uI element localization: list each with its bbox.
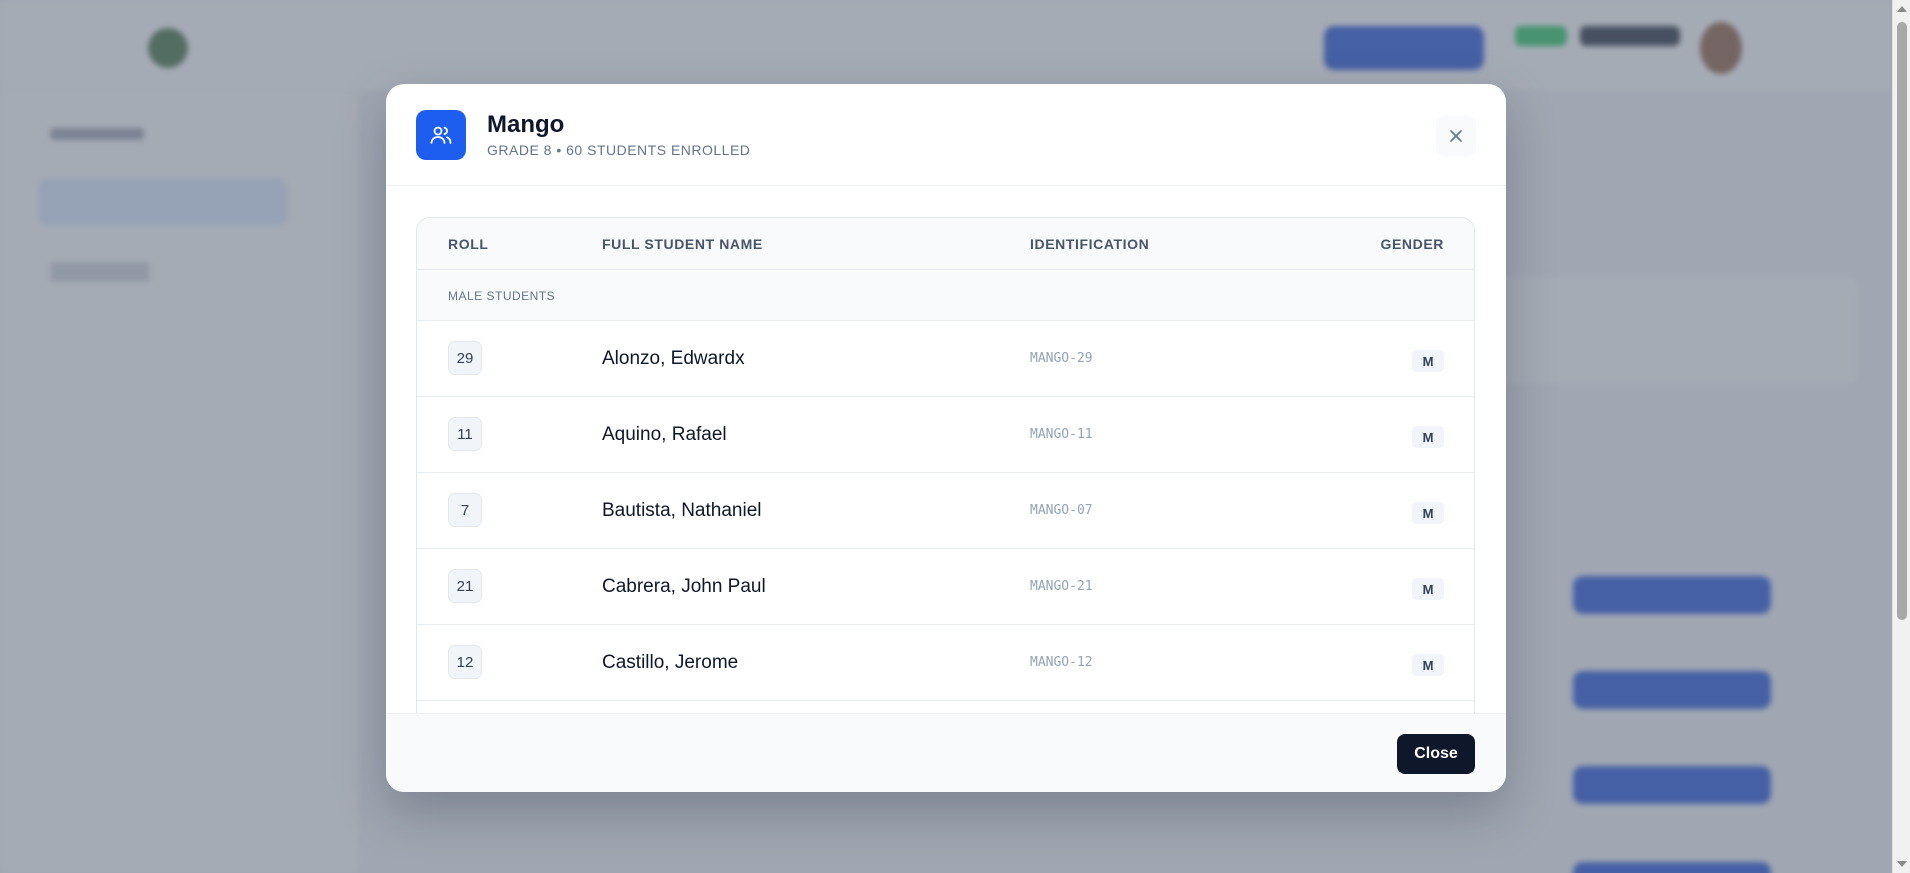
student-name: Cabrera, John Paul: [602, 576, 766, 597]
student-name: Castillo, Jerome: [602, 652, 739, 673]
gender-badge: M: [1412, 350, 1444, 372]
column-header-roll: ROLL: [448, 236, 489, 252]
gender-badge: M: [1412, 426, 1444, 448]
scroll-thumb[interactable]: [1897, 22, 1907, 620]
student-rows: 29 Alonzo, Edwardx MANGO-29 M 11 Aquino,…: [417, 321, 1474, 713]
column-header-name: FULL STUDENT NAME: [602, 236, 763, 252]
student-id: MANGO-11: [1030, 427, 1093, 442]
gender-badge: M: [1412, 502, 1444, 524]
column-header-gender: GENDER: [1380, 236, 1444, 252]
table-header: ROLL FULL STUDENT NAME IDENTIFICATION GE…: [417, 218, 1474, 270]
scroll-up-icon[interactable]: [1897, 6, 1907, 12]
student-id: MANGO-12: [1030, 655, 1093, 670]
modal-header: Mango GRADE 8 • 60 STUDENTS ENROLLED: [386, 84, 1506, 186]
student-id: MANGO-21: [1030, 579, 1093, 594]
student-name: Bautista, Nathaniel: [602, 500, 762, 521]
users-icon: [416, 110, 466, 160]
table-row: 12 Castillo, Jerome MANGO-12 M: [417, 625, 1474, 701]
table-row: 21 Cabrera, John Paul MANGO-21 M: [417, 549, 1474, 625]
page-scrollbar[interactable]: [1892, 0, 1910, 873]
roll-number-badge: 11: [448, 417, 482, 451]
student-table: ROLL FULL STUDENT NAME IDENTIFICATION GE…: [416, 217, 1475, 713]
modal-footer: Close: [386, 713, 1506, 792]
student-name: Aquino, Rafael: [602, 424, 727, 445]
modal-title: Mango: [487, 111, 565, 138]
roll-number-badge: 21: [448, 569, 482, 603]
gender-badge: M: [1412, 578, 1444, 600]
student-id: MANGO-29: [1030, 351, 1093, 366]
roll-number-badge: 7: [448, 493, 482, 527]
group-header: MALE STUDENTS: [417, 270, 1474, 321]
modal-subtitle: GRADE 8 • 60 STUDENTS ENROLLED: [487, 142, 751, 158]
table-row: 29 Alonzo, Edwardx MANGO-29 M: [417, 321, 1474, 397]
table-row: 11 Aquino, Rafael MANGO-11 M: [417, 397, 1474, 473]
group-label: MALE STUDENTS: [448, 289, 556, 303]
roll-number-badge: 12: [448, 645, 482, 679]
scroll-down-icon[interactable]: [1897, 861, 1907, 867]
roll-number-badge: 29: [448, 341, 482, 375]
class-roster-modal: Mango GRADE 8 • 60 STUDENTS ENROLLED ROL…: [386, 84, 1506, 792]
gender-badge: M: [1412, 654, 1444, 676]
modal-body[interactable]: ROLL FULL STUDENT NAME IDENTIFICATION GE…: [386, 187, 1506, 713]
student-name: Alonzo, Edwardx: [602, 348, 745, 369]
table-row: [417, 701, 1474, 713]
table-row: 7 Bautista, Nathaniel MANGO-07 M: [417, 473, 1474, 549]
student-id: MANGO-07: [1030, 503, 1093, 518]
column-header-identification: IDENTIFICATION: [1030, 236, 1150, 252]
close-button[interactable]: Close: [1397, 734, 1475, 774]
close-icon[interactable]: [1436, 116, 1476, 156]
